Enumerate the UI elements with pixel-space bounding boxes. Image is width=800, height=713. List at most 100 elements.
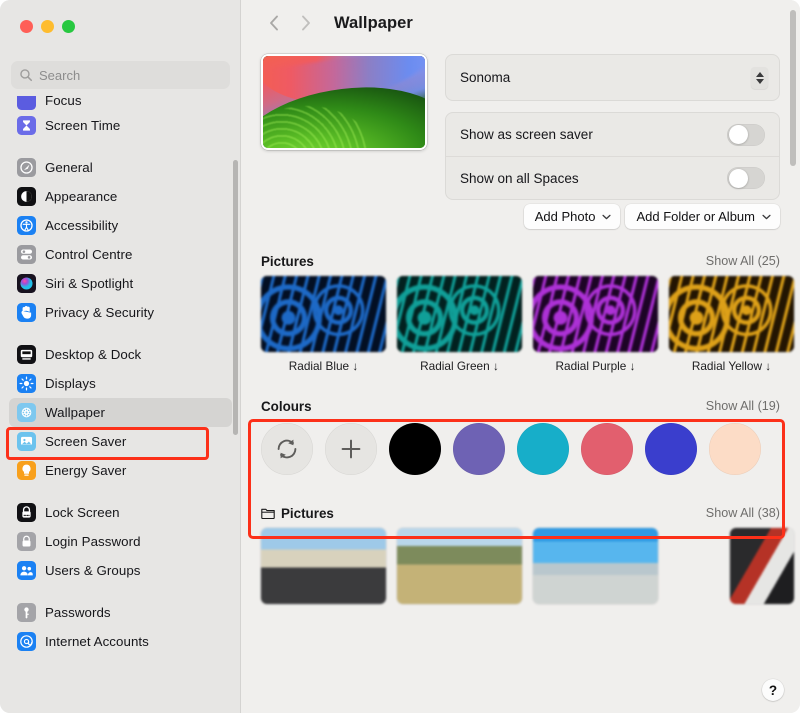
photo-thumbnail-cell[interactable] [533,528,658,604]
folder-icon [261,508,275,519]
stepper-up-down-icon[interactable] [751,66,768,89]
show-as-screen-saver-label: Show as screen saver [460,127,593,142]
show-on-all-spaces-row[interactable]: Show on all Spaces [446,156,779,199]
appearance-icon [17,187,36,206]
sidebar-item-label: General [45,160,93,175]
focus-icon [17,96,36,110]
sidebar-item-siri-spotlight[interactable]: Siri & Spotlight [9,269,232,298]
lock-screen-icon [17,503,36,522]
search-field[interactable] [11,61,230,89]
sidebar-item-internet-accounts[interactable]: Internet Accounts [9,627,232,656]
sidebar-item-wallpaper[interactable]: Wallpaper [9,398,232,427]
sidebar-item-users-groups[interactable]: Users & Groups [9,556,232,585]
wallpaper-set-popup[interactable]: Sonoma [446,55,779,100]
wallpaper-thumbnail-cell[interactable]: Radial Blue ↓ [261,276,386,373]
help-button[interactable]: ? [762,679,784,701]
colour-purple[interactable] [453,423,505,475]
wallpaper-thumbnail[interactable] [261,276,386,352]
show-all-photos[interactable]: Show All (38) [706,506,780,520]
sidebar-item-desktop-dock[interactable]: Desktop & Dock [9,340,232,369]
sidebar-item-control-centre[interactable]: Control Centre [9,240,232,269]
wallpaper-thumbnail-cell[interactable]: Radial Yellow ↓ [669,276,794,373]
main-pane: Wallpaper Sonoma Show as screen saver Sh… [241,0,800,713]
traffic-lights [20,20,75,33]
photo-thumbnail-cell[interactable] [261,528,386,604]
wallpaper-thumbnail-cell[interactable]: Radial Purple ↓ [533,276,658,373]
sidebar-item-label: Internet Accounts [45,634,149,649]
back-button[interactable] [261,10,287,36]
sidebar-scrollbar[interactable] [233,160,238,435]
sidebar-item-login-password[interactable]: Login Password [9,527,232,556]
colour-blue[interactable] [645,423,697,475]
section-title: Pictures [261,253,314,269]
photo-thumbnail-4[interactable] [730,528,794,604]
sidebar-item-accessibility[interactable]: Accessibility [9,211,232,240]
wallpaper-thumbnail[interactable] [397,276,522,352]
sidebar-item-label: Control Centre [45,247,133,262]
sidebar-item-label: Users & Groups [45,563,141,578]
wallpaper-set-card: Sonoma [445,54,780,101]
sidebar-item-lock-screen[interactable]: Lock Screen [9,498,232,527]
sidebar-item-energy-saver[interactable]: Energy Saver [9,456,232,485]
add-colour-button[interactable] [325,423,377,475]
accessibility-icon [17,216,36,235]
search-input[interactable] [39,67,222,83]
photo-thumbnail-cell[interactable] [669,528,794,604]
show-as-screen-saver-toggle[interactable] [727,123,765,146]
chevron-down-icon [762,214,771,219]
main-scrollbar[interactable] [790,10,796,166]
shuffle-refresh-button[interactable] [261,423,313,475]
sidebar-group-separator [0,327,241,340]
sidebar-item-label: Wallpaper [45,405,105,420]
colour-peach[interactable] [709,423,761,475]
sidebar-scroll-area[interactable]: Focus Screen Time General Appearance Accessi… [0,96,241,713]
wallpaper-thumbnail-label: Radial Green ↓ [420,359,499,373]
colour-swatch-row [261,421,780,475]
section-header: Colours Show All (19) [261,391,780,421]
wallpaper-thumbnail[interactable] [669,276,794,352]
wallpaper-thumbnail-cell[interactable]: Radial Green ↓ [397,276,522,373]
forward-button[interactable] [292,10,318,36]
photo-thumbnail-3[interactable] [533,528,658,604]
colour-pink-red[interactable] [581,423,633,475]
wallpaper-toggles-card: Show as screen saver Show on all Spaces [445,112,780,200]
add-folder-or-album-button[interactable]: Add Folder or Album [625,204,780,229]
sidebar-item-general[interactable]: General [9,153,232,182]
wallpaper-thumbnail[interactable] [533,276,658,352]
sidebar-item-screen-saver[interactable]: Screen Saver [9,427,232,456]
refresh-icon [277,439,297,459]
close-window-button[interactable] [20,20,33,33]
sidebar-item-focus[interactable]: Focus [9,96,232,111]
minimize-window-button[interactable] [41,20,54,33]
siri-icon [17,274,36,293]
sidebar-item-appearance[interactable]: Appearance [9,182,232,211]
show-on-all-spaces-toggle[interactable] [727,167,765,189]
plus-icon [341,439,361,459]
settings-scroll-area[interactable]: Sonoma Show as screen saver Show on all … [241,46,800,713]
photo-thumbnail-1[interactable] [261,528,386,604]
radial-pattern [669,276,794,352]
zoom-window-button[interactable] [62,20,75,33]
photo-thumbnail-cell[interactable] [397,528,522,604]
sidebar-item-displays[interactable]: Displays [9,369,232,398]
sidebar-item-privacy-security[interactable]: Privacy & Security [9,298,232,327]
photos-section-title: Pictures [261,506,334,521]
add-buttons-row: Add Photo Add Folder or Album [523,204,780,229]
section-pictures-folder: Pictures Show All (38) [241,498,800,604]
internet-accounts-icon [17,632,36,651]
colour-cyan[interactable] [517,423,569,475]
photo-thumbnail-2[interactable] [397,528,522,604]
sidebar-item-label: Privacy & Security [45,305,155,320]
sidebar-item-label: Passwords [45,605,111,620]
show-all-pictures-radial[interactable]: Show All (25) [706,254,780,268]
add-photo-button[interactable]: Add Photo [523,204,621,229]
sidebar-item-passwords[interactable]: Passwords [9,598,232,627]
sidebar-item-screen-time[interactable]: Screen Time [9,111,232,140]
sidebar-item-label: Lock Screen [45,505,120,520]
show-as-screen-saver-row[interactable]: Show as screen saver [446,113,779,156]
show-all-colours[interactable]: Show All (19) [706,399,780,413]
sonoma-wallpaper-preview[interactable] [261,54,427,150]
sidebar-group-separator [0,585,241,598]
chevron-left-icon [269,15,278,31]
colour-black[interactable] [389,423,441,475]
